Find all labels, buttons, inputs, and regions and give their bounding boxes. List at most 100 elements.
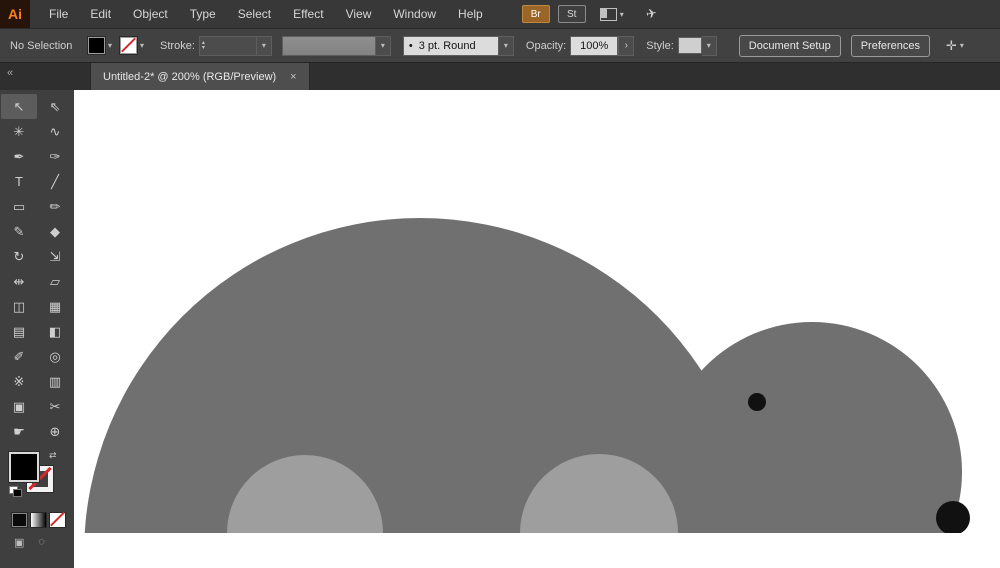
scale-tool-icon: ⇲ (50, 250, 61, 263)
chevron-down-icon[interactable]: ▾ (960, 41, 964, 50)
menu-item-edit[interactable]: Edit (79, 0, 122, 28)
style-dropdown[interactable]: ▾ (702, 36, 717, 56)
fill-color-swatch[interactable] (88, 37, 105, 54)
tools-panel: ↖⇖✳∿✒✑T╱▭✏✎◆↻⇲⇹▱◫▦▤◧✐◎※▥▣✂☛⊕ ⇄ ▣◌ (0, 90, 75, 568)
menu-item-select[interactable]: Select (227, 0, 282, 28)
gradient-button[interactable] (30, 512, 47, 528)
default-stroke-black (13, 489, 22, 497)
document-setup-button[interactable]: Document Setup (739, 35, 841, 57)
stroke-weight-input[interactable]: ▴▾ (199, 36, 257, 56)
width-tool[interactable]: ⇹ (1, 269, 37, 294)
brush-preview-dot: • (409, 40, 413, 52)
shape-builder-tool[interactable]: ◫ (1, 294, 37, 319)
line-segment-tool[interactable]: ╱ (37, 169, 73, 194)
width-profile-preview[interactable] (282, 36, 376, 56)
artboard[interactable] (74, 90, 1000, 568)
pen-tool-icon: ✒ (14, 150, 25, 163)
perspective-grid-tool-icon: ▦ (49, 300, 61, 313)
pencil-tool[interactable]: ✎ (1, 219, 37, 244)
eraser-tool[interactable]: ◆ (37, 219, 73, 244)
rotate-tool[interactable]: ↻ (1, 244, 37, 269)
appbar-right: Br St ▾ ✈ (522, 5, 657, 23)
opacity-flyout-button[interactable]: › (618, 36, 634, 56)
none-button[interactable] (49, 512, 66, 528)
bridge-button[interactable]: Br (522, 5, 550, 23)
menu-item-view[interactable]: View (335, 0, 383, 28)
direct-selection-tool[interactable]: ⇖ (37, 94, 73, 119)
hand-tool[interactable]: ☛ (1, 419, 37, 444)
symbol-sprayer-tool[interactable]: ※ (1, 369, 37, 394)
document-tab[interactable]: Untitled-2* @ 200% (RGB/Preview) × (90, 63, 310, 90)
stroke-chevron-down-icon[interactable]: ▾ (140, 41, 144, 50)
fill-indicator-swatch[interactable] (9, 452, 39, 482)
menu-item-effect[interactable]: Effect (282, 0, 334, 28)
eyedropper-tool-icon: ✐ (14, 350, 25, 363)
width-profile-dropdown[interactable]: ▾ (376, 36, 391, 56)
control-panel-options-icon[interactable]: ✛ (946, 38, 957, 54)
paintbrush-tool[interactable]: ✏ (37, 194, 73, 219)
type-tool[interactable]: T (1, 169, 37, 194)
fill-chevron-down-icon[interactable]: ▾ (108, 41, 112, 50)
chevron-down-icon: ▾ (504, 41, 508, 50)
color-button[interactable] (11, 512, 28, 528)
stroke-weight-dropdown[interactable]: ▾ (257, 36, 272, 56)
free-transform-tool[interactable]: ▱ (37, 269, 73, 294)
pen-tool[interactable]: ✒ (1, 144, 37, 169)
slice-tool[interactable]: ✂ (37, 394, 73, 419)
ground-mask (74, 533, 1000, 568)
menu-item-type[interactable]: Type (179, 0, 227, 28)
symbol-sprayer-tool-icon: ※ (14, 375, 25, 388)
preferences-button[interactable]: Preferences (851, 35, 930, 57)
hand-tool-icon: ☛ (13, 425, 25, 438)
stroke-weight-label[interactable]: Stroke: (160, 40, 195, 52)
blend-tool[interactable]: ◎ (37, 344, 73, 369)
swap-fill-stroke-icon[interactable]: ⇄ (49, 450, 57, 461)
fill-stroke-indicator: ⇄ (9, 452, 65, 500)
column-graph-tool[interactable]: ▥ (37, 369, 73, 394)
zoom-tool-icon: ⊕ (50, 425, 61, 438)
eyedropper-tool[interactable]: ✐ (1, 344, 37, 369)
opacity-label[interactable]: Opacity: (526, 40, 566, 52)
draw-normal-mode-icon[interactable]: ▣ (14, 536, 24, 549)
screen-mode-icon[interactable]: ◌ (38, 536, 45, 549)
eraser-tool-icon: ◆ (50, 225, 60, 238)
drawing-modes-row: ▣◌ (14, 536, 74, 549)
selection-tool[interactable]: ↖ (1, 94, 37, 119)
default-fill-stroke-icon[interactable] (9, 486, 21, 496)
brush-definition-dropdown[interactable]: ▾ (499, 36, 514, 56)
lasso-tool[interactable]: ∿ (37, 119, 73, 144)
rectangle-tool[interactable]: ▭ (1, 194, 37, 219)
black-circle-shape[interactable] (936, 501, 970, 535)
zoom-tool[interactable]: ⊕ (37, 419, 73, 444)
menu-item-window[interactable]: Window (382, 0, 447, 28)
head-circle-shape[interactable] (662, 322, 962, 568)
chevron-down-icon: ▾ (707, 41, 711, 50)
curvature-tool[interactable]: ✑ (37, 144, 73, 169)
rotate-tool-icon: ↻ (14, 250, 25, 263)
eye-dot-shape[interactable] (748, 393, 766, 411)
rectangle-tool-icon: ▭ (13, 200, 25, 213)
workspace-switcher[interactable]: ▾ (594, 8, 624, 21)
stroke-weight-stepper[interactable]: ▴▾ (200, 41, 207, 51)
artboard-tool[interactable]: ▣ (1, 394, 37, 419)
menu-item-object[interactable]: Object (122, 0, 179, 28)
menu-item-file[interactable]: File (38, 0, 79, 28)
close-icon[interactable]: × (290, 71, 296, 83)
style-label[interactable]: Style: (646, 40, 674, 52)
column-graph-tool-icon: ▥ (49, 375, 61, 388)
scale-tool[interactable]: ⇲ (37, 244, 73, 269)
perspective-grid-tool[interactable]: ▦ (37, 294, 73, 319)
brush-name-label: 3 pt. Round (419, 40, 476, 52)
gpu-performance-icon[interactable]: ✈ (644, 5, 658, 23)
menu-item-help[interactable]: Help (447, 0, 494, 28)
collapse-dock-icon[interactable]: « (7, 67, 13, 79)
magic-wand-tool[interactable]: ✳ (1, 119, 37, 144)
stroke-color-swatch[interactable] (120, 37, 137, 54)
gradient-tool[interactable]: ◧ (37, 319, 73, 344)
chevron-down-icon: ▾ (620, 10, 624, 19)
mesh-tool[interactable]: ▤ (1, 319, 37, 344)
stock-button[interactable]: St (558, 5, 586, 23)
style-swatch[interactable] (678, 37, 702, 54)
opacity-input[interactable]: 100% (570, 36, 618, 56)
brush-definition-field[interactable]: • 3 pt. Round (403, 36, 499, 56)
